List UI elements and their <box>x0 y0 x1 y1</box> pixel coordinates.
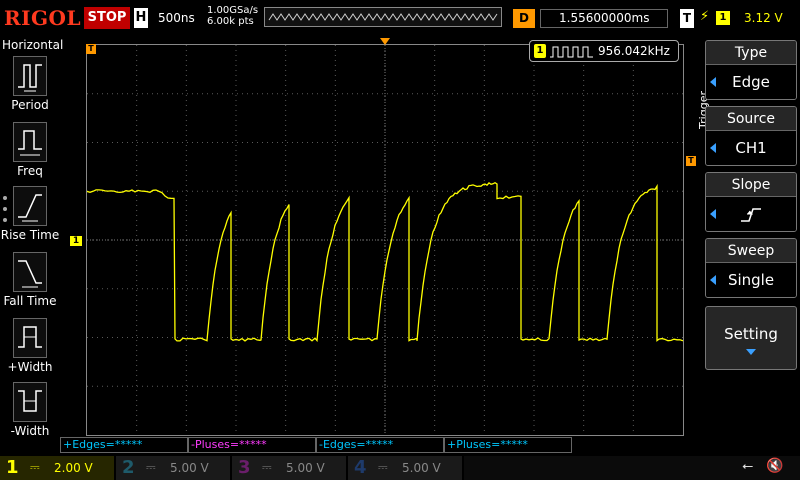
trigger-level-marker[interactable]: T <box>686 156 696 166</box>
left-arrow-icon <box>710 209 716 219</box>
channel-1-tab[interactable]: 1 ⎓ 2.00 V <box>0 456 116 480</box>
page-indicator-dots <box>3 196 7 229</box>
freq-icon <box>13 122 47 162</box>
channel-3-tab[interactable]: 3 ⎓ 5.00 V <box>232 456 348 480</box>
type-value: Edge <box>732 73 770 91</box>
trigger-setting-softkey[interactable]: Setting <box>705 306 797 370</box>
measure-result-neg-pluses[interactable]: -Pluses=***** <box>188 437 316 453</box>
rising-edge-icon <box>739 206 763 224</box>
top-status-bar: RIGOL STOP H 500ns 1.00GSa/s 6.00k pts D… <box>0 0 800 36</box>
measurement-results-bar: +Edges=***** -Pluses=***** -Edges=***** … <box>60 437 576 453</box>
sample-info: 1.00GSa/s 6.00k pts <box>207 5 258 27</box>
source-value-row: CH1 <box>706 131 796 165</box>
trigger-type-softkey[interactable]: Type Edge <box>705 40 797 100</box>
channel-status-bar: 1 ⎓ 2.00 V 2 ⎓ 5.00 V 3 ⎓ 5.00 V 4 ⎓ 5.0… <box>0 456 800 480</box>
channel-2-scale: 5.00 V <box>170 461 209 475</box>
setting-label: Setting <box>724 325 778 343</box>
fall-time-icon <box>13 252 47 292</box>
rise-time-icon <box>13 186 47 226</box>
memory-overview-strip[interactable] <box>264 7 502 27</box>
trigger-source-softkey[interactable]: Source CH1 <box>705 106 797 166</box>
measure-neg-width-button[interactable]: -Width <box>0 382 60 438</box>
run-stop-status[interactable]: STOP <box>84 7 130 29</box>
delay-label: D <box>513 9 535 28</box>
channel-3-number: 3 <box>238 457 251 478</box>
usb-icon: ⭠ <box>742 458 753 474</box>
sample-rate: 1.00GSa/s <box>207 5 258 16</box>
left-arrow-icon <box>710 143 716 153</box>
horizontal-measure-panel: Horizontal Period Freq Rise Time Fall Ti… <box>0 36 60 456</box>
sweep-value-row: Single <box>706 263 796 297</box>
type-title: Type <box>706 41 796 65</box>
speaker-muted-icon[interactable]: 🔇 <box>766 458 783 474</box>
square-wave-icon <box>550 45 594 59</box>
channel-4-number: 4 <box>354 457 367 478</box>
fall-time-label: Fall Time <box>0 294 60 308</box>
neg-width-label: -Width <box>0 424 60 438</box>
left-arrow-icon <box>710 77 716 87</box>
type-value-row: Edge <box>706 65 796 99</box>
measure-freq-button[interactable]: Freq <box>0 122 60 178</box>
frequency-counter: 1 956.042kHz <box>529 40 679 62</box>
counter-channel-badge: 1 <box>534 44 546 58</box>
rigol-logo: RIGOL <box>4 6 81 30</box>
freq-label: Freq <box>0 164 60 178</box>
trigger-slope-softkey[interactable]: Slope <box>705 172 797 232</box>
trigger-menu: Trigger Type Edge Source CH1 Slope Sweep… <box>697 36 800 456</box>
measure-period-button[interactable]: Period <box>0 56 60 112</box>
timebase-value[interactable]: 500ns <box>158 11 195 25</box>
measure-fall-time-button[interactable]: Fall Time <box>0 252 60 308</box>
trigger-channel-badge: 1 <box>716 11 730 25</box>
trigger-edge-icon: ⚡ <box>700 9 709 24</box>
sweep-title: Sweep <box>706 239 796 263</box>
channel-2-tab[interactable]: 2 ⎓ 5.00 V <box>116 456 232 480</box>
period-label: Period <box>0 98 60 112</box>
memory-depth: 6.00k pts <box>207 16 258 27</box>
trigger-level-value[interactable]: 3.12 V <box>744 11 783 25</box>
channel-2-number: 2 <box>122 457 135 478</box>
memory-overview-wave <box>265 8 501 26</box>
dc-coupling-icon: ⎓ <box>146 460 156 475</box>
channel-4-scale: 5.00 V <box>402 461 441 475</box>
ch1-ground-marker[interactable]: 1 <box>70 236 82 246</box>
dc-coupling-icon: ⎓ <box>262 460 272 475</box>
trigger-label: T <box>680 9 694 28</box>
slope-title: Slope <box>706 173 796 197</box>
left-arrow-icon <box>710 275 716 285</box>
pos-width-icon <box>13 318 47 358</box>
waveform-grid-svg <box>87 45 683 435</box>
period-icon <box>13 56 47 96</box>
delay-value[interactable]: 1.55600000ms <box>540 9 668 28</box>
measure-rise-time-button[interactable]: Rise Time <box>0 186 60 242</box>
horizontal-position-marker[interactable] <box>380 38 390 45</box>
source-value: CH1 <box>735 139 766 157</box>
measure-result-pos-edges[interactable]: +Edges=***** <box>60 437 188 453</box>
channel-1-scale: 2.00 V <box>54 461 93 475</box>
measure-result-pos-pluses[interactable]: +Pluses=***** <box>444 437 572 453</box>
neg-width-icon <box>13 382 47 422</box>
rise-time-label: Rise Time <box>0 228 60 242</box>
dc-coupling-icon: ⎓ <box>30 460 40 475</box>
waveform-display[interactable] <box>86 44 684 436</box>
sweep-value: Single <box>728 271 774 289</box>
channel-4-tab[interactable]: 4 ⎓ 5.00 V <box>348 456 464 480</box>
horizontal-label: H <box>134 8 148 28</box>
trigger-sweep-softkey[interactable]: Sweep Single <box>705 238 797 298</box>
down-arrow-icon <box>746 349 756 355</box>
channel-1-number: 1 <box>6 457 19 478</box>
measure-result-neg-edges[interactable]: -Edges=***** <box>316 437 444 453</box>
channel-3-scale: 5.00 V <box>286 461 325 475</box>
slope-value-row <box>706 197 796 231</box>
measure-pos-width-button[interactable]: +Width <box>0 318 60 374</box>
trigger-pos-marker[interactable]: T <box>86 44 96 54</box>
dc-coupling-icon: ⎓ <box>378 460 388 475</box>
counter-value: 956.042kHz <box>598 44 670 58</box>
panel-title: Horizontal <box>2 38 63 52</box>
source-title: Source <box>706 107 796 131</box>
pos-width-label: +Width <box>0 360 60 374</box>
